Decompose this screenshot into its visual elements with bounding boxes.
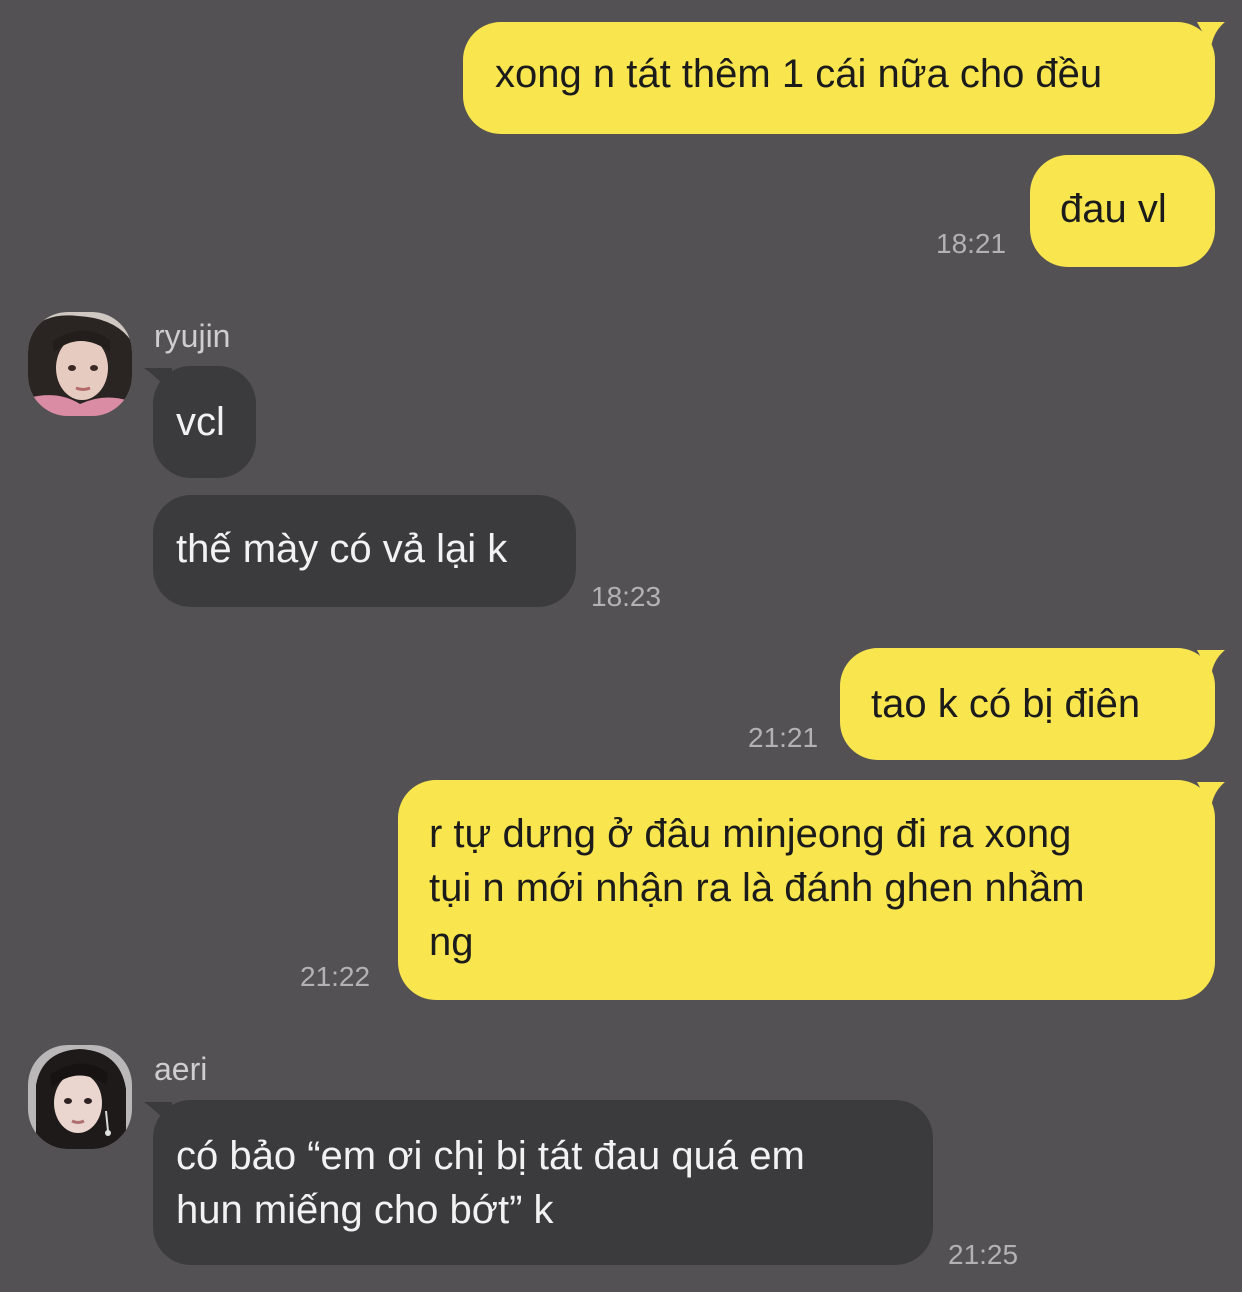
outgoing-message[interactable]: tao k có bị điên [840, 648, 1215, 760]
incoming-message[interactable]: có bảo “em ơi chị bị tát đau quá em hun … [153, 1100, 933, 1265]
bubble-tail [144, 368, 172, 394]
outgoing-message[interactable]: xong n tát thêm 1 cái nữa cho đều [463, 22, 1215, 134]
message-text: đau vl [1060, 187, 1167, 231]
message-line: tụi n mới nhận ra là đánh ghen nhầm [429, 866, 1085, 910]
message-timestamp: 21:21 [748, 722, 819, 753]
message-line: hun miếng cho bớt” k [176, 1188, 554, 1232]
bubble-tail [144, 1102, 172, 1128]
message-line: ng [429, 920, 474, 964]
avatar-photo-icon [28, 312, 132, 416]
message-text: tao k có bị điên [871, 682, 1141, 726]
message-timestamp: 18:21 [936, 228, 1007, 259]
bubble-tail [1197, 782, 1225, 808]
message-line: r tự dưng ở đâu minjeong đi ra xong [429, 812, 1072, 856]
ryujin-avatar[interactable] [28, 312, 132, 416]
bubble-tail [1197, 22, 1225, 48]
message-text: thế mày có vả lại k [176, 527, 508, 571]
message-text: vcl [176, 400, 225, 444]
sender-name: ryujin [154, 318, 231, 354]
message-line: có bảo “em ơi chị bị tát đau quá em [176, 1134, 805, 1178]
bubble-tail [1197, 650, 1225, 676]
incoming-message[interactable]: thế mày có vả lại k [153, 495, 576, 607]
avatar-photo-icon [28, 1045, 132, 1149]
outgoing-message[interactable]: r tự dưng ở đâu minjeong đi ra xong tụi … [398, 780, 1215, 1000]
message-timestamp: 21:22 [300, 961, 371, 992]
sender-name: aeri [154, 1051, 208, 1087]
outgoing-message[interactable]: đau vl [1030, 155, 1215, 267]
message-timestamp: 18:23 [591, 581, 662, 612]
message-timestamp: 21:25 [948, 1239, 1019, 1270]
aeri-avatar[interactable] [28, 1045, 132, 1149]
message-text: xong n tát thêm 1 cái nữa cho đều [495, 52, 1103, 96]
